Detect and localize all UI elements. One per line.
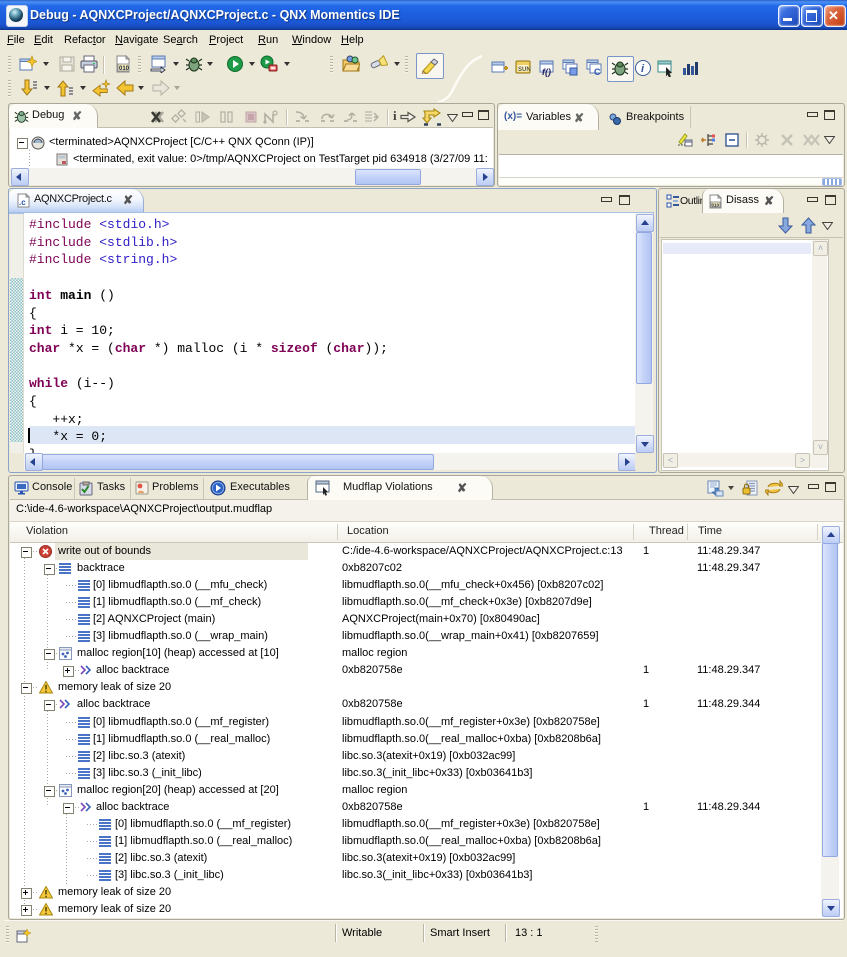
svg-text:010: 010 [119, 66, 130, 72]
svg-text:C: C [594, 67, 601, 77]
svg-text:SUN: SUN [518, 67, 531, 73]
svg-text:010: 010 [712, 203, 720, 208]
svg-text:.c: .c [19, 198, 26, 207]
svg-text:f(): f() [542, 67, 551, 77]
